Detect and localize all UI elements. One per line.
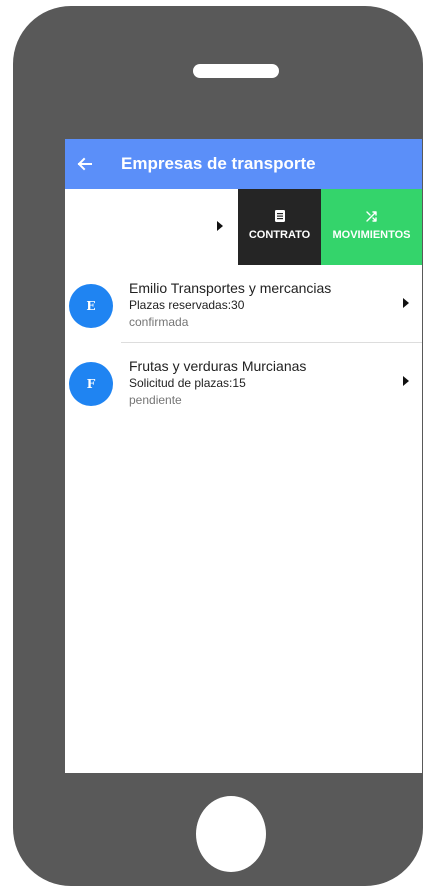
company-status: confirmada [129, 315, 189, 329]
contrato-button[interactable]: CONTRATO [238, 189, 321, 265]
company-name: Emilio Transportes y mercancias [129, 280, 332, 296]
company-list-item[interactable]: F Frutas y verduras Murcianas Solicitud … [65, 343, 422, 421]
company-name: Frutas y verduras Murcianas [129, 358, 307, 374]
chevron-right-icon [403, 376, 409, 386]
chevron-right-icon [403, 298, 409, 308]
company-detail: Solicitud de plazas:15 [129, 376, 246, 390]
movimientos-label: MOVIMIENTOS [332, 229, 411, 241]
avatar: E [69, 284, 113, 328]
phone-screen: Empresas de transporte CONTRATO MOVIMIEN… [65, 139, 422, 773]
company-list-item[interactable]: E Emilio Transportes y mercancias Plazas… [65, 265, 422, 343]
phone-frame: Empresas de transporte CONTRATO MOVIMIEN… [13, 6, 423, 886]
contrato-label: CONTRATO [248, 229, 311, 241]
arrow-back-icon[interactable] [75, 151, 95, 177]
movimientos-button[interactable]: MOVIMIENTOS [321, 189, 422, 265]
avatar: F [69, 362, 113, 406]
app-bar: Empresas de transporte [65, 139, 422, 189]
page-title: Empresas de transporte [121, 154, 316, 173]
home-button[interactable] [196, 796, 266, 872]
swiped-list-row[interactable]: CONTRATO MOVIMIENTOS [65, 189, 422, 265]
company-status: pendiente [129, 393, 182, 407]
shuffle-icon [365, 211, 377, 222]
company-detail: Plazas reservadas:30 [129, 298, 245, 312]
chevron-right-icon [217, 221, 223, 231]
document-icon [274, 210, 285, 222]
phone-speaker [193, 64, 279, 78]
